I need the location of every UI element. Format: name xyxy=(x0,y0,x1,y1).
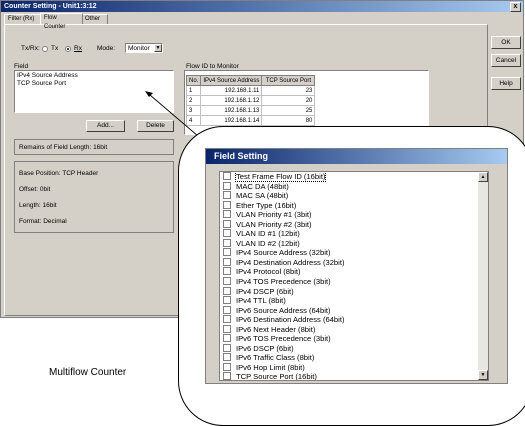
checkbox[interactable] xyxy=(223,191,231,200)
list-item-label: IPv4 Protocol (8bit) xyxy=(236,267,301,277)
list-item-label: IPv4 Destination Address (32bit) xyxy=(236,257,345,267)
checkbox[interactable] xyxy=(223,257,231,266)
list-item[interactable]: IPv4 Source Address (32bit) xyxy=(220,248,488,258)
list-item-label: IPv4 TOS Precedence (3bit) xyxy=(236,277,331,287)
list-item[interactable]: IPv6 DSCP (6bit) xyxy=(220,343,488,354)
list-item[interactable]: VLAN Priority #1 (3bit) xyxy=(220,210,488,220)
scroll-down-icon[interactable]: ▼ xyxy=(478,370,488,380)
checkbox[interactable] xyxy=(223,286,231,295)
checkbox[interactable] xyxy=(223,277,231,286)
list-item[interactable]: VLAN ID #2 (12bit) xyxy=(220,238,488,249)
list-item-label: IPv4 Source Address (32bit) xyxy=(236,248,331,258)
checkbox[interactable] xyxy=(223,229,231,238)
checkbox[interactable] xyxy=(223,296,231,305)
list-item[interactable]: VLAN ID #1 (12bit) xyxy=(220,229,488,239)
scroll-up-icon[interactable]: ▲ xyxy=(478,172,488,182)
list-item-label: IPv6 Next Header (8bit) xyxy=(236,324,316,334)
list-item-label: IPv6 Hop Limit (8bit) xyxy=(236,362,305,372)
list-item[interactable]: IPv6 Source Address (64bit) xyxy=(220,305,488,316)
checkbox[interactable] xyxy=(223,210,231,219)
field-checklist-items: Test Frame Flow ID (16bit) MAC DA (48bit)… xyxy=(220,172,488,381)
list-item[interactable]: Ether Type (16bit) xyxy=(220,200,488,211)
checkbox[interactable] xyxy=(223,353,231,362)
checkbox[interactable] xyxy=(223,315,231,324)
field-checklist[interactable]: Test Frame Flow ID (16bit) MAC DA (48bit)… xyxy=(219,171,489,381)
list-item-label: MAC DA (48bit) xyxy=(236,181,289,191)
list-item[interactable]: IPv4 Protocol (8bit) xyxy=(220,267,488,277)
list-item-label: VLAN ID #1 (12bit) xyxy=(236,229,300,239)
checkbox[interactable] xyxy=(223,362,231,371)
checkbox[interactable] xyxy=(223,200,231,209)
list-item[interactable]: IPv6 Destination Address (64bit) xyxy=(220,315,488,325)
list-item[interactable]: IPv6 Hop Limit (8bit) xyxy=(220,362,488,373)
list-item-label: MAC SA (48bit) xyxy=(236,191,289,201)
list-item[interactable]: IPv4 TOS Precedence (3bit) xyxy=(220,277,488,287)
list-item-label: Ether Type (16bit) xyxy=(236,200,297,210)
list-item-label: IPv6 TOS Precedence (3bit) xyxy=(236,334,331,344)
vertical-scrollbar[interactable]: ▲ ▼ xyxy=(478,172,488,380)
checkbox[interactable] xyxy=(223,372,231,380)
list-item-label: VLAN ID #2 (12bit) xyxy=(236,238,300,248)
list-item[interactable]: MAC DA (48bit) xyxy=(220,181,488,192)
checkbox[interactable] xyxy=(223,334,231,343)
list-item-label: Test Frame Flow ID (16bit) xyxy=(234,172,327,182)
list-item[interactable]: IPv4 DSCP (6bit) xyxy=(220,286,488,297)
caption: Multiflow Counter xyxy=(49,367,127,378)
list-item-label: VLAN Priority #1 (3bit) xyxy=(236,210,312,220)
checkbox[interactable] xyxy=(223,267,231,276)
checkbox[interactable] xyxy=(223,181,231,190)
tab-flow-counter[interactable]: Flow Counter xyxy=(40,13,83,30)
list-item[interactable]: IPv6 Next Header (8bit) xyxy=(220,324,488,335)
list-item-label: IPv6 Traffic Class (8bit) xyxy=(236,353,315,363)
checkbox[interactable] xyxy=(223,324,231,333)
list-item-label: IPv6 Destination Address (64bit) xyxy=(236,315,345,325)
checkbox[interactable] xyxy=(223,305,231,314)
dialog-title: Field Setting xyxy=(206,149,507,164)
list-item[interactable]: MAC SA (48bit) xyxy=(220,191,488,201)
list-item[interactable]: IPv6 TOS Precedence (3bit) xyxy=(220,334,488,344)
list-item-label: IPv6 Source Address (64bit) xyxy=(236,305,331,315)
list-item[interactable]: IPv4 Destination Address (32bit) xyxy=(220,257,488,268)
checkbox[interactable] xyxy=(223,238,231,247)
checkbox[interactable] xyxy=(223,343,231,352)
list-item[interactable]: IPv6 Traffic Class (8bit) xyxy=(220,353,488,363)
list-item-label: IPv6 DSCP (6bit) xyxy=(236,343,294,353)
list-item-label: VLAN Priority #2 (3bit) xyxy=(236,219,312,229)
list-item[interactable]: VLAN Priority #2 (3bit) xyxy=(220,219,488,230)
list-item[interactable]: IPv4 TTL (8bit) xyxy=(220,296,488,306)
field-setting-dialog: Field Setting Test Frame Flow ID (16bit)… xyxy=(205,148,508,384)
list-item[interactable]: Test Frame Flow ID (16bit) xyxy=(220,172,488,182)
list-item[interactable]: TCP Source Port (16bit) xyxy=(220,372,488,381)
list-item-label: IPv4 TTL (8bit) xyxy=(236,296,286,306)
list-item-label: TCP Source Port (16bit) xyxy=(236,372,317,381)
checkbox[interactable] xyxy=(223,248,231,257)
checkbox[interactable] xyxy=(223,172,231,180)
list-item-label: IPv4 DSCP (6bit) xyxy=(236,286,294,296)
checkbox[interactable] xyxy=(223,219,231,228)
